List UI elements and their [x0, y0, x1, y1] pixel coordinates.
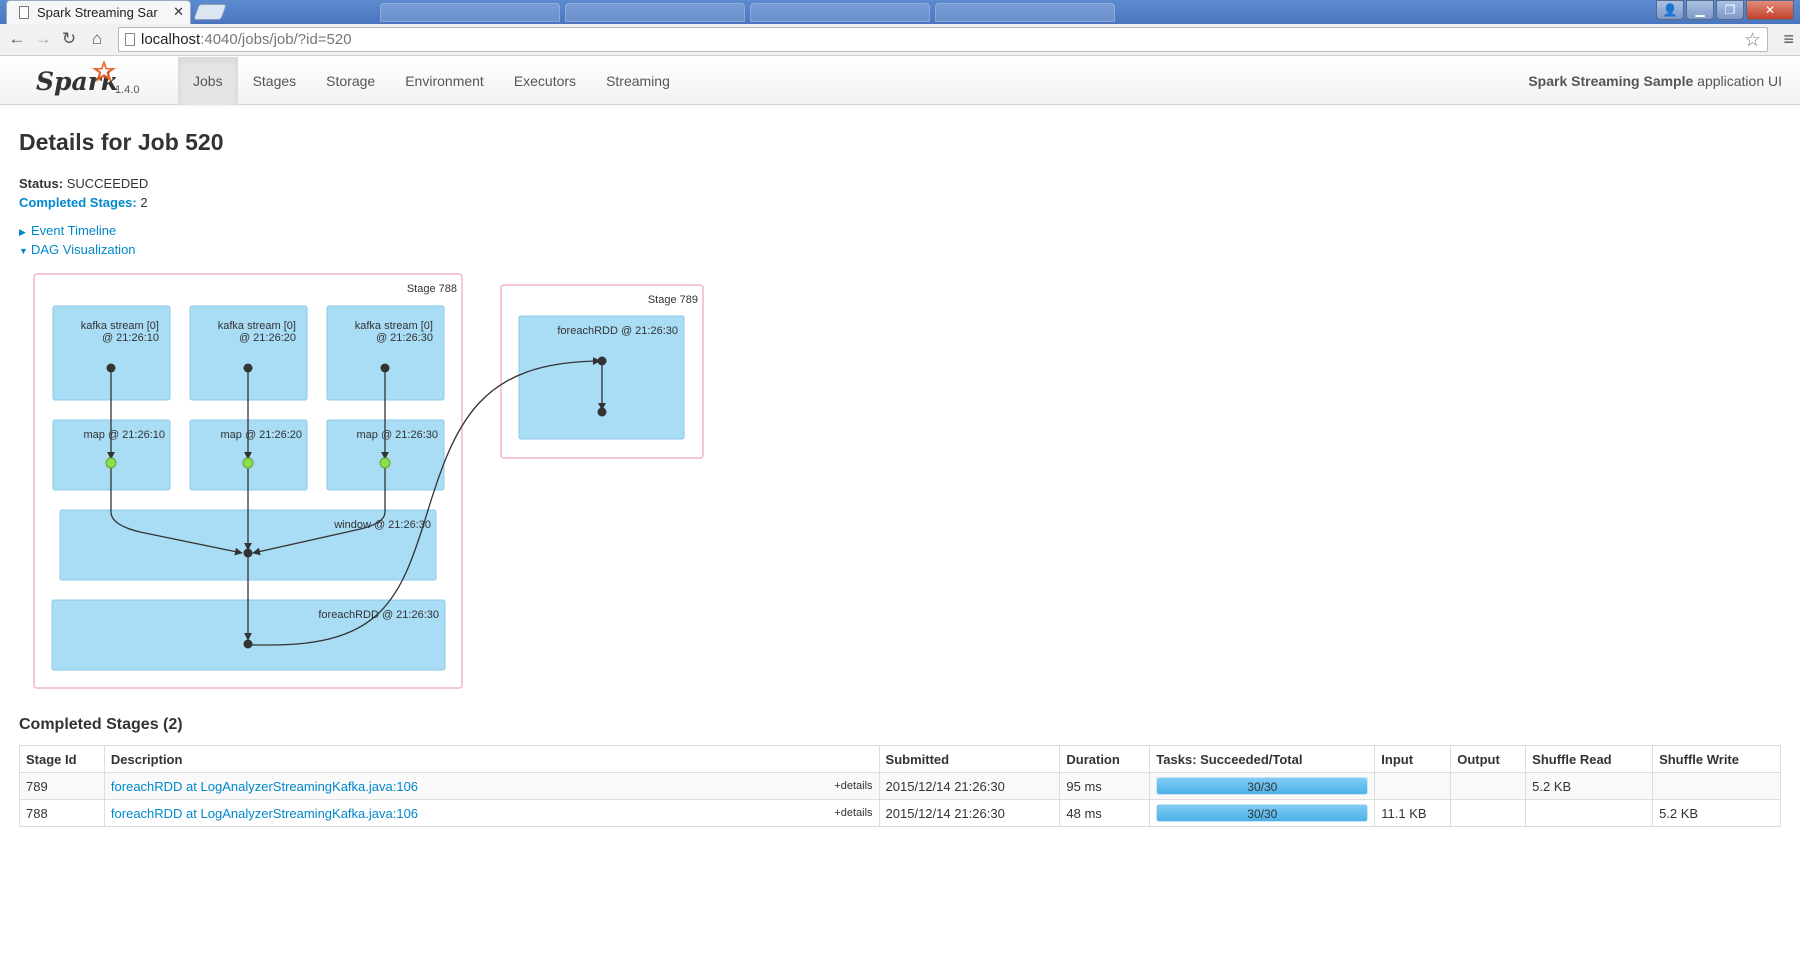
duration-cell: 95 ms	[1059, 772, 1151, 800]
close-window-button[interactable]: ✕	[1746, 0, 1794, 20]
stage-id-cell: 788	[19, 799, 105, 827]
shuffle-write-cell	[1652, 772, 1781, 800]
node-label: foreachRDD @ 21:26:30	[318, 609, 439, 621]
submitted-cell: 2015/12/14 21:26:30	[878, 772, 1061, 800]
completed-stages-title: Completed Stages (2)	[19, 716, 183, 733]
table-header-row: Stage Id Description Submitted Duration …	[19, 745, 1781, 773]
browser-tab[interactable]	[935, 3, 1115, 22]
progress-text: 30/30	[1247, 780, 1278, 794]
progress-text: 30/30	[1247, 807, 1278, 821]
stage-id-cell: 789	[19, 772, 105, 800]
tasks-progress-bar: 30/30	[1156, 804, 1369, 822]
application-name: Spark Streaming Sample application UI	[1528, 57, 1782, 105]
completed-stages-table: Stage Id Description Submitted Duration …	[19, 745, 1781, 827]
node-label: map @ 21:26:30	[357, 429, 439, 441]
dag-visualization: Stage 788 Stage 789 kafka stream [0] @ 2…	[33, 273, 704, 689]
col-stage-id[interactable]: Stage Id	[19, 745, 105, 773]
description-cell: foreachRDD at LogAnalyzerStreamingKafka.…	[103, 799, 880, 827]
node-label: @ 21:26:10	[102, 332, 159, 344]
shuffle-read-cell	[1525, 799, 1654, 827]
submitted-cell: 2015/12/14 21:26:30	[878, 799, 1061, 827]
node-label: @ 21:26:30	[376, 332, 433, 344]
browser-menu-icon[interactable]: ≡	[1783, 29, 1794, 50]
col-shuffle-read[interactable]: Shuffle Read	[1525, 745, 1654, 773]
stage-description-link[interactable]: foreachRDD at LogAnalyzerStreamingKafka.…	[111, 779, 418, 794]
app-name-suffix: application UI	[1697, 73, 1782, 89]
col-shuffle-write[interactable]: Shuffle Write	[1652, 745, 1781, 773]
output-cell	[1450, 799, 1527, 827]
maximize-button[interactable]: ❐	[1716, 0, 1744, 20]
col-input[interactable]: Input	[1374, 745, 1452, 773]
node-label: kafka stream [0]	[81, 320, 159, 332]
tasks-cell: 30/30	[1149, 772, 1376, 800]
tasks-progress-bar: 30/30	[1156, 777, 1369, 795]
col-tasks[interactable]: Tasks: Succeeded/Total	[1149, 745, 1376, 773]
details-toggle[interactable]: +details	[834, 780, 872, 792]
duration-cell: 48 ms	[1059, 799, 1151, 827]
window-controls: 👤 ▁ ❐ ✕	[1654, 0, 1794, 22]
shuffle-read-cell: 5.2 KB	[1525, 772, 1654, 800]
app-name-bold: Spark Streaming Sample	[1528, 73, 1694, 89]
node-label: map @ 21:26:10	[84, 429, 166, 441]
minimize-button[interactable]: ▁	[1686, 0, 1714, 20]
node-label: @ 21:26:20	[239, 332, 296, 344]
input-cell: 11.1 KB	[1374, 799, 1452, 827]
stage-789-label: Stage 789	[648, 294, 698, 306]
node-label: map @ 21:26:20	[221, 429, 303, 441]
shuffle-write-cell: 5.2 KB	[1652, 799, 1781, 827]
tasks-cell: 30/30	[1149, 799, 1376, 827]
browser-tab[interactable]	[750, 3, 930, 22]
user-icon[interactable]: 👤	[1656, 0, 1684, 20]
bookmark-star-icon[interactable]: ☆	[1744, 29, 1761, 52]
description-cell: foreachRDD at LogAnalyzerStreamingKafka.…	[103, 772, 880, 800]
node-label: window @ 21:26:30	[333, 519, 431, 531]
input-cell	[1374, 772, 1452, 800]
col-submitted[interactable]: Submitted	[878, 745, 1061, 773]
col-duration[interactable]: Duration	[1059, 745, 1151, 773]
col-output[interactable]: Output	[1450, 745, 1527, 773]
output-cell	[1450, 772, 1527, 800]
node-label: kafka stream [0]	[218, 320, 296, 332]
stage-description-link[interactable]: foreachRDD at LogAnalyzerStreamingKafka.…	[111, 806, 418, 821]
col-description[interactable]: Description	[103, 745, 880, 773]
node-label: foreachRDD @ 21:26:30	[557, 325, 678, 337]
stage-788-label: Stage 788	[407, 283, 457, 295]
node-label: kafka stream [0]	[355, 320, 433, 332]
table-row: 789 foreachRDD at LogAnalyzerStreamingKa…	[19, 772, 1781, 800]
table-row: 788 foreachRDD at LogAnalyzerStreamingKa…	[19, 799, 1781, 827]
details-toggle[interactable]: +details	[834, 807, 872, 819]
